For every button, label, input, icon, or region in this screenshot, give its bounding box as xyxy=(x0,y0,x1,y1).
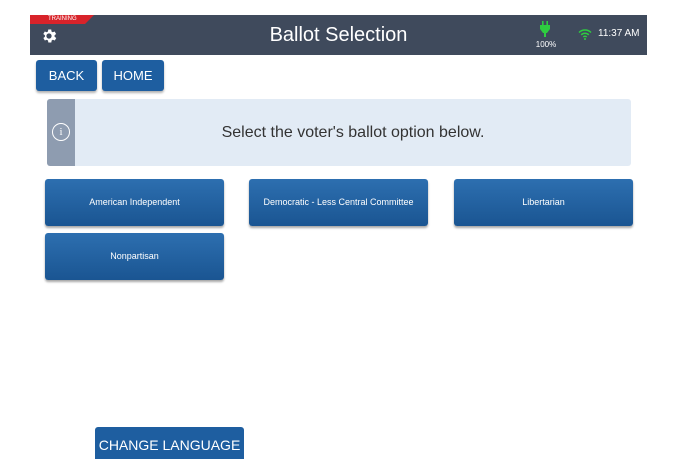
info-icon: i xyxy=(52,123,70,141)
wifi-icon xyxy=(578,29,592,40)
battery-status: 100% xyxy=(533,21,559,53)
home-button[interactable]: HOME xyxy=(102,60,164,91)
change-language-button[interactable]: CHANGE LANGUAGE xyxy=(95,427,244,459)
clock-time: 11:37 AM xyxy=(598,28,640,39)
battery-level: 100% xyxy=(535,40,557,49)
instruction-banner: i Select the voter's ballot option below… xyxy=(47,99,631,166)
ballot-option-nonpartisan[interactable]: Nonpartisan xyxy=(45,233,224,280)
app-header: TRAINING Ballot Selection 100% 11:37 AM xyxy=(30,15,647,55)
battery-plug-icon xyxy=(540,21,550,37)
ballot-option-american-independent[interactable]: American Independent xyxy=(45,179,224,226)
info-sidebar: i xyxy=(47,99,75,166)
back-button[interactable]: BACK xyxy=(36,60,97,91)
instruction-text: Select the voter's ballot option below. xyxy=(221,124,485,141)
ballot-option-libertarian[interactable]: Libertarian xyxy=(454,179,633,226)
ballot-option-democratic-less-central-committee[interactable]: Democratic - Less Central Committee xyxy=(249,179,428,226)
